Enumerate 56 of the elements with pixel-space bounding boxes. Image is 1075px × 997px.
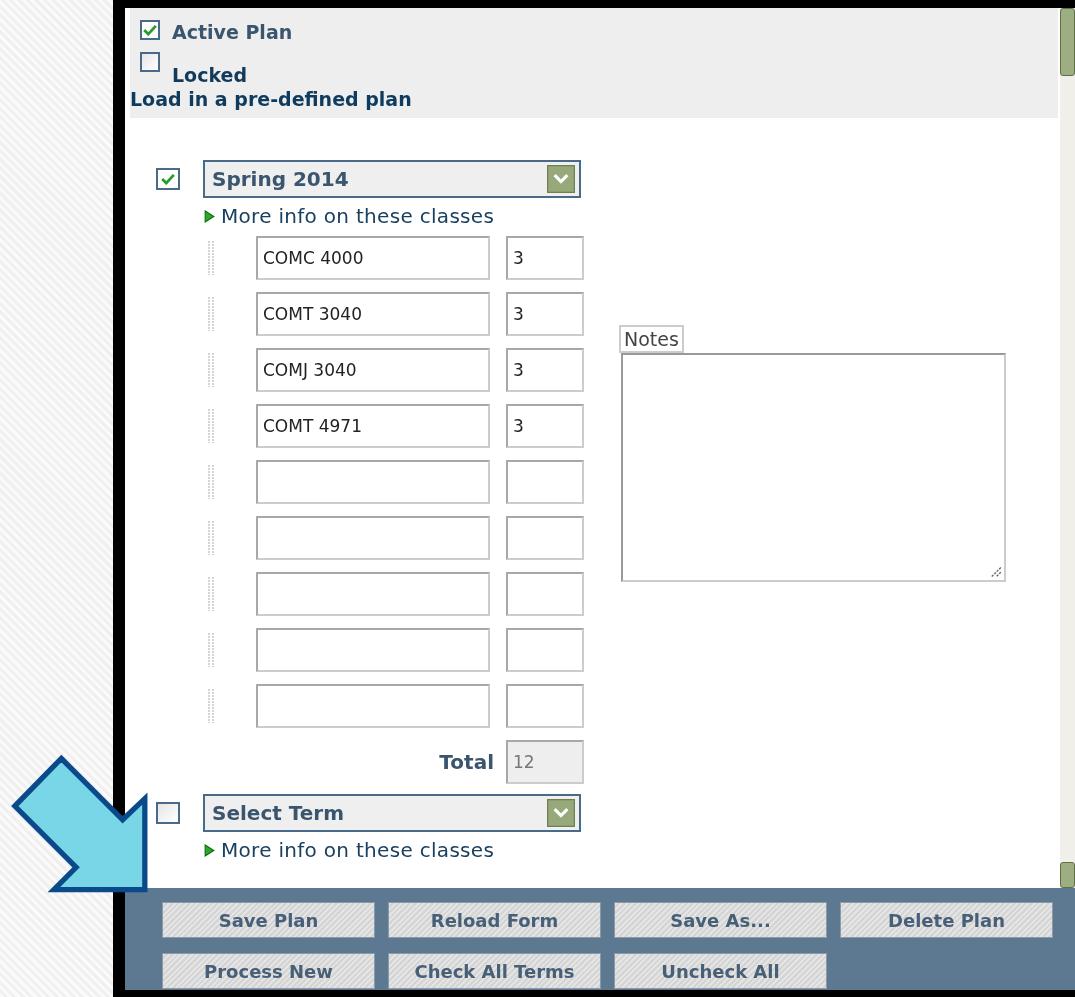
drag-handle-icon[interactable] xyxy=(208,297,214,331)
checkbox-label: Active Plan xyxy=(172,21,293,43)
drag-handle-icon[interactable] xyxy=(208,465,214,499)
term-dropdown[interactable]: Spring 2014 xyxy=(203,160,581,198)
toolbar-button[interactable]: Check All Terms xyxy=(388,953,601,989)
course-field[interactable] xyxy=(256,628,490,672)
checkbox[interactable] xyxy=(156,802,180,824)
course-field[interactable] xyxy=(256,516,490,560)
drag-handle-icon[interactable] xyxy=(208,633,214,667)
drag-handle-icon[interactable] xyxy=(208,521,214,555)
drag-handle-icon[interactable] xyxy=(208,241,214,275)
toolbar-button[interactable]: Uncheck All xyxy=(614,953,827,989)
scroll-thumb[interactable] xyxy=(1060,8,1075,76)
course-field[interactable]: COMJ 3040 xyxy=(256,348,490,392)
credits-field[interactable]: 3 xyxy=(506,348,584,392)
total-field: 12 xyxy=(506,740,584,784)
expand-triangle-icon xyxy=(204,209,215,223)
more-info-link[interactable]: More info on these classes xyxy=(221,204,495,228)
toolbar-button[interactable]: Process New xyxy=(162,953,375,989)
notes-label: Notes xyxy=(619,325,684,353)
toolbar-button[interactable]: Save As... xyxy=(614,902,827,938)
credits-field[interactable]: 3 xyxy=(506,236,584,280)
course-field[interactable] xyxy=(256,684,490,728)
scrollbar[interactable] xyxy=(1060,8,1075,888)
more-info-link[interactable]: More info on these classes xyxy=(221,838,495,862)
total-label: Total xyxy=(439,750,494,774)
credits-field[interactable] xyxy=(506,572,584,616)
drag-handle-icon[interactable] xyxy=(208,689,214,723)
notes-field[interactable] xyxy=(621,353,1006,582)
drag-handle-icon[interactable] xyxy=(208,577,214,611)
credits-field[interactable] xyxy=(506,460,584,504)
credits-field[interactable] xyxy=(506,684,584,728)
term-dropdown[interactable]: Select Term xyxy=(203,794,581,832)
credits-field[interactable] xyxy=(506,628,584,672)
checkbox-label: Locked xyxy=(172,64,248,86)
credits-field[interactable]: 3 xyxy=(506,292,584,336)
credits-field[interactable]: 3 xyxy=(506,404,584,448)
checkmark-icon xyxy=(161,173,175,185)
checkbox[interactable] xyxy=(140,52,160,72)
checkbox[interactable] xyxy=(140,20,160,40)
checkbox[interactable] xyxy=(156,168,180,190)
drag-handle-icon[interactable] xyxy=(208,353,214,387)
expand-triangle-icon xyxy=(204,843,215,857)
course-field[interactable] xyxy=(256,572,490,616)
checkmark-icon xyxy=(143,24,157,36)
scroll-down-button[interactable] xyxy=(1060,862,1075,888)
toolbar-button[interactable]: Reload Form xyxy=(388,902,601,938)
course-field[interactable]: COMT 4971 xyxy=(256,404,490,448)
load-plan-link[interactable]: Load in a pre-defined plan xyxy=(130,86,1058,110)
course-field[interactable] xyxy=(256,460,490,504)
toolbar-button[interactable]: Delete Plan xyxy=(840,902,1053,938)
course-field[interactable]: COMT 3040 xyxy=(256,292,490,336)
credits-field[interactable] xyxy=(506,516,584,560)
toolbar-button[interactable]: Save Plan xyxy=(162,902,375,938)
drag-handle-icon[interactable] xyxy=(208,409,214,443)
course-field[interactable]: COMC 4000 xyxy=(256,236,490,280)
